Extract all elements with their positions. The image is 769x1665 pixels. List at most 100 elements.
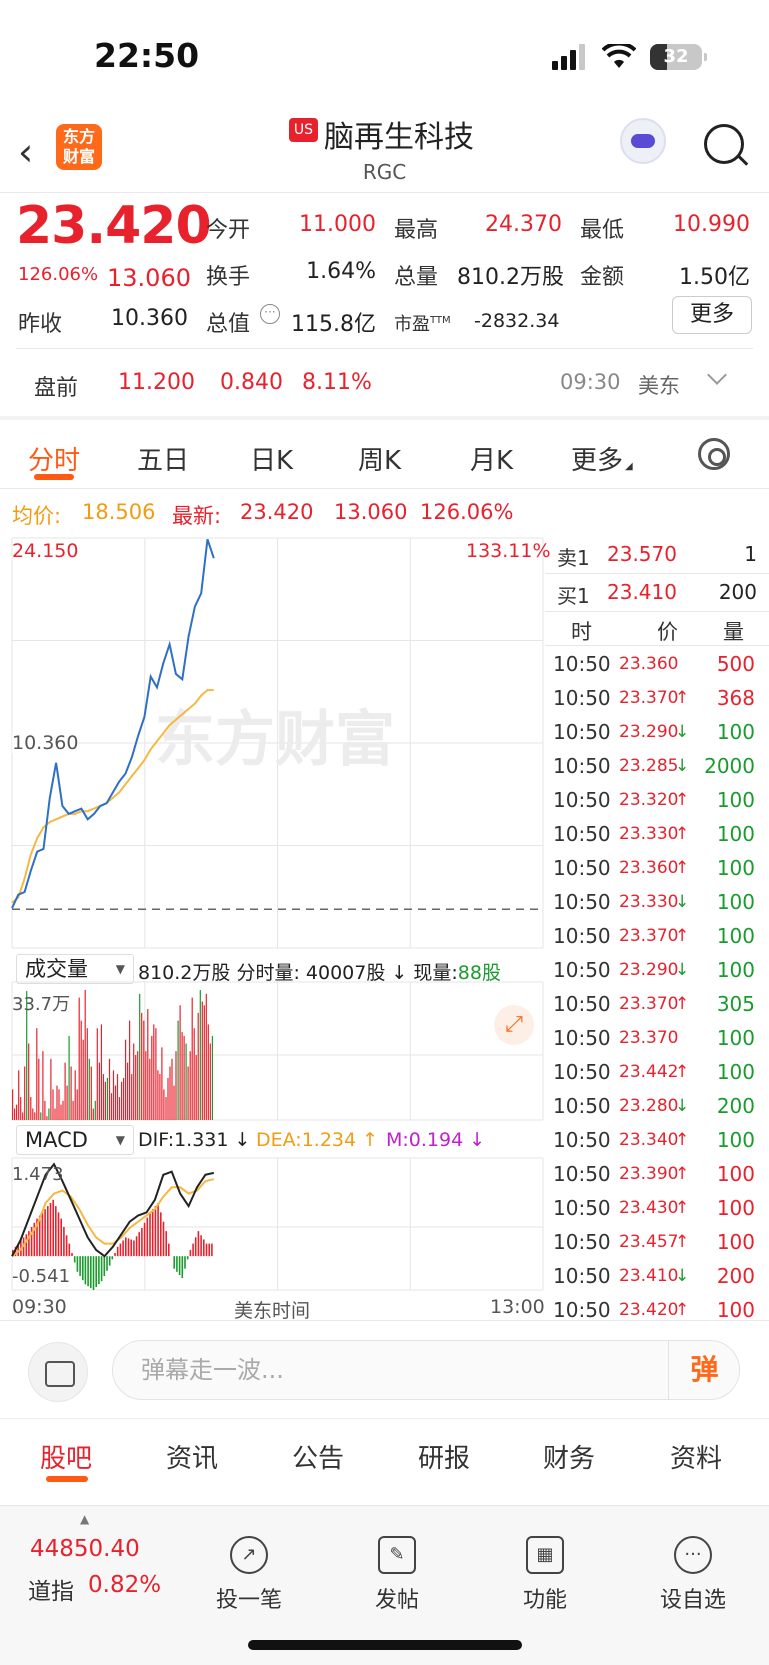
edit-icon: ✎ [378, 1536, 416, 1574]
macd-hist-bar [57, 1212, 60, 1257]
tick-volume: 100 [716, 856, 755, 880]
volume-bar [169, 1066, 171, 1120]
tick-time: 10:50 [553, 992, 611, 1016]
volume-bar [82, 1039, 84, 1120]
danmu-input[interactable]: 弹幕走一波... [112, 1340, 740, 1400]
volume-bar [60, 1104, 62, 1120]
triangle-down-icon: ▼ [115, 1133, 125, 1147]
tick-price: 23.390 [619, 1164, 679, 1184]
tick-volume: 100 [716, 924, 755, 948]
volume-bar [88, 1058, 90, 1120]
macd-hist-bar [143, 1222, 146, 1257]
tab-research[interactable]: 研报 [418, 1438, 470, 1475]
macd-hist-bar [68, 1243, 71, 1257]
tab-announcements[interactable]: 公告 [292, 1438, 344, 1475]
tick-header-time: 时 [571, 620, 592, 644]
expand-icon[interactable]: ⤢ [494, 1005, 534, 1045]
macd-hist-bar [133, 1240, 135, 1257]
index-pct[interactable]: 0.82% [88, 1572, 161, 1598]
tab-news[interactable]: 资讯 [166, 1438, 218, 1475]
macd-hist-bar [192, 1243, 194, 1257]
volume-bar [149, 1058, 151, 1120]
volume-bar [86, 1028, 88, 1120]
tick-volume: 100 [716, 788, 755, 812]
tick-volume: 200 [716, 1264, 755, 1288]
macd-hist-bar [25, 1234, 28, 1257]
macd-hist-bar [63, 1227, 65, 1257]
volume-bar [116, 1074, 119, 1120]
tab-forum[interactable]: 股吧 [40, 1438, 92, 1475]
bid-row: 买1 23.410 200 [545, 576, 769, 612]
tick-direction-icon: ↓ [675, 756, 690, 776]
volume-indicator-dropdown[interactable]: 成交量 ▼ [16, 954, 134, 984]
tick-price: 23.457 [619, 1232, 679, 1252]
functions-button[interactable]: ▦ 功能 [500, 1536, 590, 1614]
volume-bar [145, 1051, 147, 1120]
tick-direction-icon: ↓ [675, 960, 690, 980]
danmu-button[interactable]: 弹 [668, 1340, 740, 1400]
x-axis-start: 09:30 [12, 1296, 67, 1318]
macd-hist-bar [173, 1256, 175, 1269]
tick-row: 10:50 23.330 ↓ 100 [545, 890, 765, 924]
macd-hist-bar [162, 1221, 165, 1257]
tick-volume: 368 [716, 686, 755, 710]
tick-price: 23.370 [619, 688, 679, 708]
tick-volume-value: 40007股 [305, 962, 386, 984]
tick-volume: 200 [716, 1094, 755, 1118]
volume-bar [56, 1085, 58, 1120]
invest-label: 投一笔 [215, 1588, 282, 1613]
bid-price: 23.410 [607, 580, 677, 604]
bottom-tab-indicator [46, 1476, 88, 1482]
tick-price: 23.330 [619, 892, 679, 912]
tab-financials[interactable]: 财务 [543, 1438, 595, 1475]
invest-button[interactable]: ↗ 投一笔 [204, 1536, 294, 1614]
tick-direction-icon: ↓ [675, 892, 690, 912]
macd-hist-bar [44, 1209, 46, 1257]
comment-list-icon[interactable] [28, 1342, 88, 1402]
tick-price: 23.330 [619, 824, 679, 844]
volume-bar [18, 1070, 20, 1120]
tick-row: 10:50 23.390 ↑ 100 [545, 1162, 765, 1196]
index-value[interactable]: 44850.40 [30, 1536, 140, 1562]
add-watchlist-button[interactable]: ··· 设自选 [648, 1536, 738, 1614]
macd-indicator-dropdown[interactable]: MACD ▼ [16, 1125, 134, 1155]
y-axis-top-label: 24.150 [12, 540, 79, 562]
volume-total: 810.2万股 [138, 962, 231, 984]
macd-hist-bar [108, 1256, 111, 1266]
volume-bar [52, 1089, 54, 1120]
volume-bar [104, 1081, 106, 1120]
tick-direction-icon: ↑ [675, 688, 690, 708]
volume-bar [181, 1032, 183, 1120]
tick-header-volume: 量 [723, 620, 744, 644]
macd-hist-bar [76, 1256, 79, 1272]
volume-bar [209, 1043, 211, 1120]
volume-bar [106, 1077, 108, 1120]
post-button[interactable]: ✎ 发帖 [352, 1536, 442, 1614]
tick-row: 10:50 23.280 ↓ 200 [545, 1094, 765, 1128]
tick-price: 23.370 [619, 1028, 679, 1048]
tab-profile[interactable]: 资料 [670, 1438, 722, 1475]
tick-time: 10:50 [553, 924, 611, 948]
macd-dea: DEA:1.234 ↑ [256, 1129, 379, 1151]
volume-bar [48, 1108, 50, 1120]
chart-grid [11, 537, 544, 1291]
volume-bar [76, 1089, 78, 1120]
macd-hist-bar [90, 1256, 92, 1289]
index-name[interactable]: 道指 [28, 1572, 74, 1606]
macd-hist-bar [211, 1243, 213, 1257]
grid-icon: ▦ [526, 1536, 564, 1574]
volume-bar [183, 1035, 185, 1120]
volume-bar [189, 1051, 191, 1120]
volume-bar [131, 1074, 133, 1120]
macd-hist-bar [82, 1256, 84, 1281]
macd-hist-bar [84, 1256, 87, 1285]
volume-bar [157, 1070, 159, 1120]
tick-row: 10:50 23.360 500 [545, 652, 765, 686]
volume-bar [118, 1097, 121, 1120]
tick-volume: 100 [716, 822, 755, 846]
macd-hist-bar [119, 1243, 122, 1257]
macd-hist-bar [125, 1237, 127, 1257]
post-label: 发帖 [374, 1588, 419, 1613]
macd-hist-bar [100, 1256, 103, 1282]
volume-bar [74, 1070, 76, 1120]
